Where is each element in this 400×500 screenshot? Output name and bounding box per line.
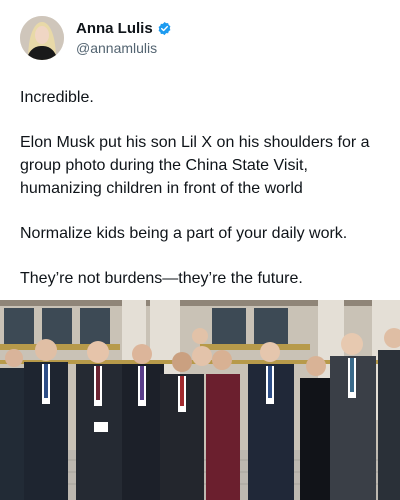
name-row: Anna Lulis <box>76 20 172 37</box>
avatar[interactable] <box>20 16 64 60</box>
avatar-photo-icon <box>20 16 64 60</box>
tweet-paragraph: Normalize kids being a part of your dail… <box>20 225 348 242</box>
handle[interactable]: @annamlulis <box>76 40 157 56</box>
verified-badge-icon <box>158 21 171 36</box>
tweet-paragraph: Incredible. <box>20 89 94 106</box>
tweet-text: Incredible. Elon Musk put his son Lil X … <box>20 86 386 290</box>
group-photo-image <box>0 300 400 500</box>
tweet-paragraph: Elon Musk put his son Lil X on his shoul… <box>20 134 370 197</box>
tweet-header: Anna Lulis @annamlulis <box>20 16 380 62</box>
display-name[interactable]: Anna Lulis <box>76 20 153 37</box>
tweet-photo[interactable] <box>0 300 400 500</box>
tweet-paragraph: They’re not burdens—they’re the future. <box>20 270 303 287</box>
